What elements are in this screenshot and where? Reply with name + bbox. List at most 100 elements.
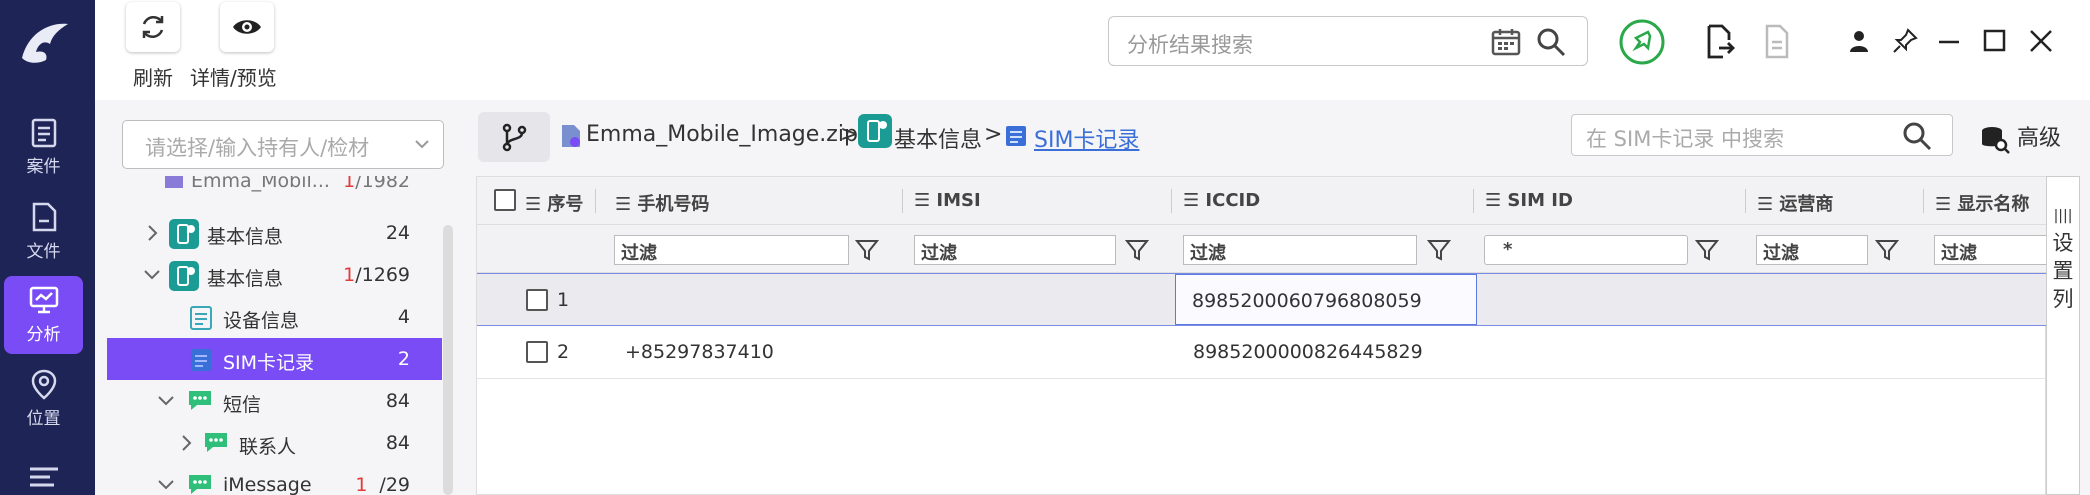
status-pin-icon[interactable] [1618,18,1666,66]
simid-filter-input[interactable]: * [1484,235,1688,265]
tree-item-basic-info-2[interactable]: 基本信息 1/1269 [107,254,442,296]
chat-bubble-icon [205,433,227,452]
refresh-button[interactable]: 刷新 [126,2,180,91]
filter-icon[interactable] [1125,238,1149,262]
row-iccid[interactable]: 8985200060796808059 [1175,274,1477,325]
tree-item-basic-info-1[interactable]: 基本信息 24 [107,212,442,254]
refresh-label: 刷新 [133,66,173,90]
chevron-down-icon[interactable] [157,394,175,408]
chevron-right-icon[interactable] [145,224,159,242]
minimize-icon[interactable] [1937,28,1961,54]
column-phone[interactable]: ☰ 手机号码 [615,190,709,216]
maximize-icon[interactable] [1983,28,2007,54]
breadcrumb-basic-info[interactable]: 基本信息 [894,122,982,154]
tree-item-image[interactable]: Emma_Mobil... 1/1982 [107,176,442,204]
table-row[interactable]: 2 +85297837410 8985200000826445829 [477,326,2047,379]
column-settings-button[interactable]: |||| 设置列 [2046,176,2080,495]
details-preview-button[interactable]: 详情/预览 [190,2,277,91]
tree-item-label: iMessage [223,474,312,495]
clipboard-icon [31,118,56,148]
branch-button[interactable] [478,112,550,162]
column-simid[interactable]: ☰ SIM ID [1485,190,1573,211]
row-index: 1 [557,289,570,311]
column-iccid[interactable]: ☰ ICCID [1183,190,1260,211]
tree-item-contacts[interactable]: 联系人 84 [107,422,442,464]
close-icon[interactable] [2028,28,2054,54]
holder-select[interactable]: 请选择/输入持有人/检材 [122,120,444,169]
details-preview-label: 详情/预览 [190,66,277,90]
export-file-icon[interactable] [1705,24,1737,60]
column-imsi[interactable]: ☰ IMSI [914,190,981,211]
list-icon[interactable] [28,465,60,491]
column-carrier[interactable]: ☰ 运营商 [1757,190,1833,216]
display-name-filter-input[interactable]: 过滤 [1934,235,2047,265]
device-info-icon [169,261,199,291]
carrier-filter-input[interactable]: 过滤 [1756,235,1868,265]
chevron-down-icon[interactable] [143,268,161,282]
tree-item-label: 短信 [223,394,262,416]
tree-item-count: 2 [397,348,410,370]
pin-window-icon[interactable] [1892,28,1918,54]
filter-icon[interactable] [1875,238,1899,262]
nav-rail: 案件 文件 分析 位置 [0,0,95,495]
search-icon[interactable] [1902,121,1932,151]
document-icon [190,306,212,330]
nav-case-label: 案件 [26,157,61,177]
tree-item-count: 4 [397,306,410,328]
table-row[interactable]: 1 8985200060796808059 [477,273,2047,326]
advanced-search-button[interactable]: 高级 [1980,120,2061,154]
zip-file-icon [562,125,580,147]
sim-search-placeholder: 在 SIM卡记录 中搜索 [1586,127,1784,151]
tree-item-sim-records[interactable]: SIM卡记录 2 [107,338,442,380]
tree-item-count: 84 [385,432,410,454]
tree-item-count: 84 [385,390,410,412]
tree-item-label: 基本信息 [207,268,284,290]
sim-search-input[interactable]: 在 SIM卡记录 中搜索 [1571,114,1953,156]
analysis-search-placeholder: 分析结果搜索 [1127,33,1253,57]
tree-item-device-info[interactable]: 设备信息 4 [107,296,442,338]
analysis-search-input[interactable]: 分析结果搜索 [1108,16,1588,66]
chevron-right-icon[interactable] [179,434,193,452]
advanced-label: 高级 [2017,126,2062,151]
row-iccid: 8985200000826445829 [1193,341,1423,363]
calendar-icon[interactable] [1491,28,1521,56]
phone-filter-input[interactable]: 过滤 [614,235,849,265]
search-icon[interactable] [1536,27,1566,57]
tree-item-count: 24 [385,222,410,244]
breadcrumb-current[interactable]: SIM卡记录 [1034,122,1139,154]
row-checkbox[interactable] [526,289,548,311]
iccid-filter-input[interactable]: 过滤 [1183,235,1417,265]
imsi-filter-input[interactable]: 过滤 [914,235,1116,265]
filter-icon[interactable] [1427,238,1451,262]
breadcrumb-file[interactable]: Emma_Mobile_Image.zip [586,122,858,147]
filter-icon[interactable] [1695,238,1719,262]
tree-item-sms[interactable]: 短信 84 [107,380,442,422]
tree-item-count: 1/1982 [343,176,410,192]
nav-case[interactable]: 案件 [4,108,83,186]
chevron-down-icon [415,140,429,149]
report-icon[interactable] [1764,24,1794,60]
chevron-down-icon[interactable] [157,478,175,492]
row-checkbox[interactable] [526,341,548,363]
user-icon[interactable] [1846,28,1872,54]
nav-location[interactable]: 位置 [4,360,83,438]
nav-file[interactable]: 文件 [4,193,83,271]
tree-item-label: Emma_Mobil... [191,176,330,192]
analysis-icon [29,286,58,314]
tree-item-label: SIM卡记录 [223,352,315,374]
tree-scrollbar[interactable] [443,225,453,495]
chat-bubble-icon [189,475,211,494]
tree-item-label: 设备信息 [223,310,300,332]
select-all-checkbox[interactable] [494,189,516,211]
nav-analysis-label: 分析 [26,325,61,345]
file-icon [32,202,56,232]
tree-item-count: 1/1269 [343,264,410,286]
app-logo-icon [22,23,68,63]
nav-file-label: 文件 [26,242,61,262]
column-index[interactable]: ☰ 序号 [525,190,583,216]
filter-icon[interactable] [855,238,879,262]
location-pin-icon [31,369,56,400]
nav-analysis[interactable]: 分析 [4,276,83,354]
column-display-name[interactable]: ☰ 显示名称 [1935,190,2029,216]
tree-item-imessage[interactable]: iMessage 1/29 [107,464,442,495]
